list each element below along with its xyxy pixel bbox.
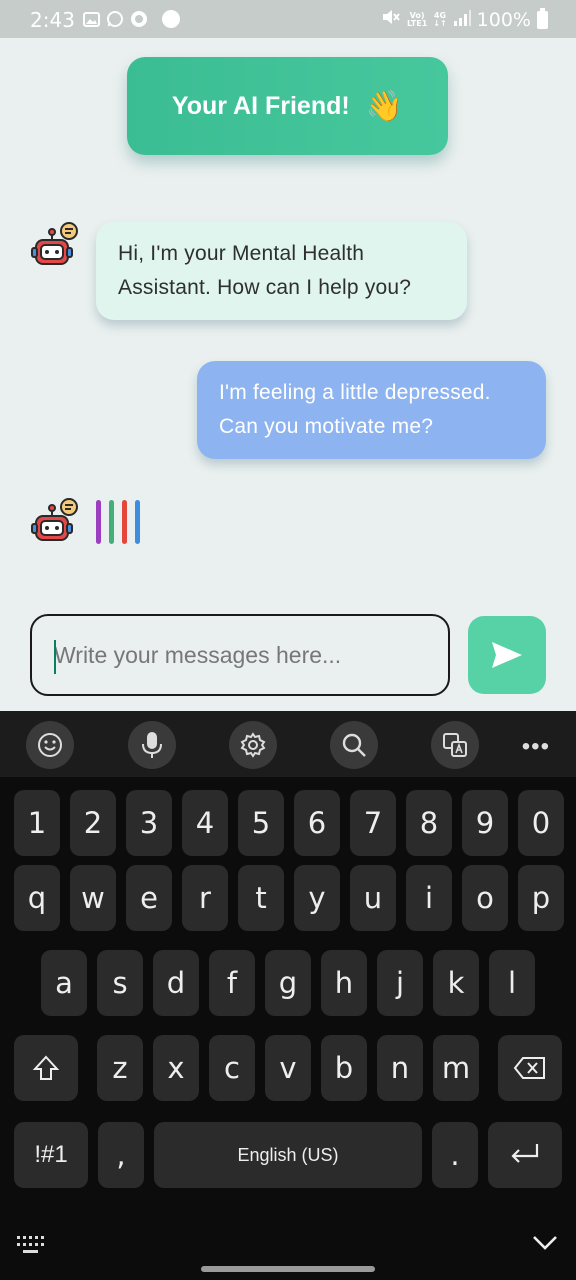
key-5[interactable]: 5 — [238, 790, 284, 856]
key-o[interactable]: o — [462, 865, 508, 931]
key-b[interactable]: b — [321, 1035, 367, 1101]
chevron-down-icon — [533, 1236, 557, 1250]
volte-indicator: Vo) LTE1 — [407, 10, 428, 28]
send-button[interactable] — [468, 616, 546, 694]
key-m[interactable]: m — [433, 1035, 479, 1101]
bot-message-bubble: Hi, I'm your Mental Health Assistant. Ho… — [96, 222, 467, 320]
key-1[interactable]: 1 — [14, 790, 60, 856]
key-i[interactable]: i — [406, 865, 452, 931]
key-a[interactable]: a — [41, 950, 87, 1016]
hide-keyboard-button[interactable] — [532, 1233, 558, 1256]
network-type-indicator: 4G ↓↑ — [433, 10, 447, 28]
key-4[interactable]: 4 — [182, 790, 228, 856]
key-0[interactable]: 0 — [518, 790, 564, 856]
typing-bar — [122, 500, 127, 544]
enter-icon — [511, 1144, 539, 1163]
microphone-icon — [142, 732, 162, 758]
gear-icon — [240, 732, 266, 758]
home-indicator[interactable] — [201, 1266, 375, 1272]
send-icon — [492, 642, 522, 668]
key-n[interactable]: n — [377, 1035, 423, 1101]
key-3[interactable]: 3 — [126, 790, 172, 856]
message-input-container[interactable] — [30, 614, 450, 696]
space-key[interactable]: English (US) — [154, 1122, 422, 1188]
typing-bar — [135, 500, 140, 544]
key-s[interactable]: s — [97, 950, 143, 1016]
key-g[interactable]: g — [265, 950, 311, 1016]
backspace-key[interactable] — [498, 1035, 562, 1101]
status-bar: 2:43 Vo) LTE1 4G ↓↑ 100% — [0, 0, 576, 38]
key-z[interactable]: z — [97, 1035, 143, 1101]
keyboard-search-button[interactable] — [330, 721, 378, 769]
on-screen-keyboard: ••• !#1 , English (US) . 1234567890 qwert… — [0, 711, 576, 1280]
battery-icon — [537, 7, 548, 29]
voice-input-button[interactable] — [128, 721, 176, 769]
key-k[interactable]: k — [433, 950, 479, 1016]
key-q[interactable]: q — [14, 865, 60, 931]
typing-indicator — [96, 500, 140, 544]
key-u[interactable]: u — [350, 865, 396, 931]
key-f[interactable]: f — [209, 950, 255, 1016]
key-r[interactable]: r — [182, 865, 228, 931]
header-title: Your AI Friend! — [171, 91, 350, 120]
key-2[interactable]: 2 — [70, 790, 116, 856]
gallery-icon — [82, 10, 100, 28]
keyboard-grid-icon — [17, 1236, 44, 1253]
comma-key[interactable]: , — [98, 1122, 144, 1188]
key-d[interactable]: d — [153, 950, 199, 1016]
header-title-button[interactable]: Your AI Friend! 👋 — [127, 57, 448, 155]
typing-bar — [96, 500, 101, 544]
key-c[interactable]: c — [209, 1035, 255, 1101]
key-e[interactable]: e — [126, 865, 172, 931]
enter-key[interactable] — [488, 1122, 562, 1188]
key-x[interactable]: x — [153, 1035, 199, 1101]
key-t[interactable]: t — [238, 865, 284, 931]
status-time: 2:43 — [30, 8, 75, 32]
shift-key[interactable] — [14, 1035, 78, 1101]
message-input[interactable] — [32, 616, 448, 694]
translate-icon — [443, 733, 467, 757]
key-6[interactable]: 6 — [294, 790, 340, 856]
bot-avatar-icon — [30, 498, 78, 546]
key-8[interactable]: 8 — [406, 790, 452, 856]
key-9[interactable]: 9 — [462, 790, 508, 856]
mute-icon — [381, 8, 401, 31]
signal-icon — [453, 9, 471, 31]
app-notification-icon — [130, 10, 148, 28]
key-v[interactable]: v — [265, 1035, 311, 1101]
translate-button[interactable] — [431, 721, 479, 769]
user-message-bubble: I'm feeling a little depressed. Can you … — [197, 361, 546, 459]
notification-dot-icon — [162, 10, 180, 28]
key-y[interactable]: y — [294, 865, 340, 931]
smiley-icon — [38, 733, 62, 757]
more-options-button[interactable]: ••• — [522, 733, 550, 761]
typing-bar — [109, 500, 114, 544]
key-l[interactable]: l — [489, 950, 535, 1016]
keyboard-switch-button[interactable] — [16, 1234, 48, 1261]
shift-icon — [32, 1055, 60, 1080]
backspace-icon — [513, 1057, 545, 1079]
keyboard-settings-button[interactable] — [229, 721, 277, 769]
text-cursor — [54, 640, 56, 674]
period-key[interactable]: . — [432, 1122, 478, 1188]
key-p[interactable]: p — [518, 865, 564, 931]
key-h[interactable]: h — [321, 950, 367, 1016]
emoji-button[interactable] — [26, 721, 74, 769]
key-j[interactable]: j — [377, 950, 423, 1016]
bot-avatar-icon — [30, 222, 78, 270]
search-icon — [342, 733, 366, 757]
waving-hand-icon: 👋 — [365, 89, 404, 123]
battery-percent: 100% — [476, 8, 531, 31]
key-w[interactable]: w — [70, 865, 116, 931]
key-7[interactable]: 7 — [350, 790, 396, 856]
whatsapp-icon — [106, 10, 124, 28]
keyboard-toolbar: ••• — [0, 711, 576, 777]
symbols-key[interactable]: !#1 — [14, 1122, 88, 1188]
